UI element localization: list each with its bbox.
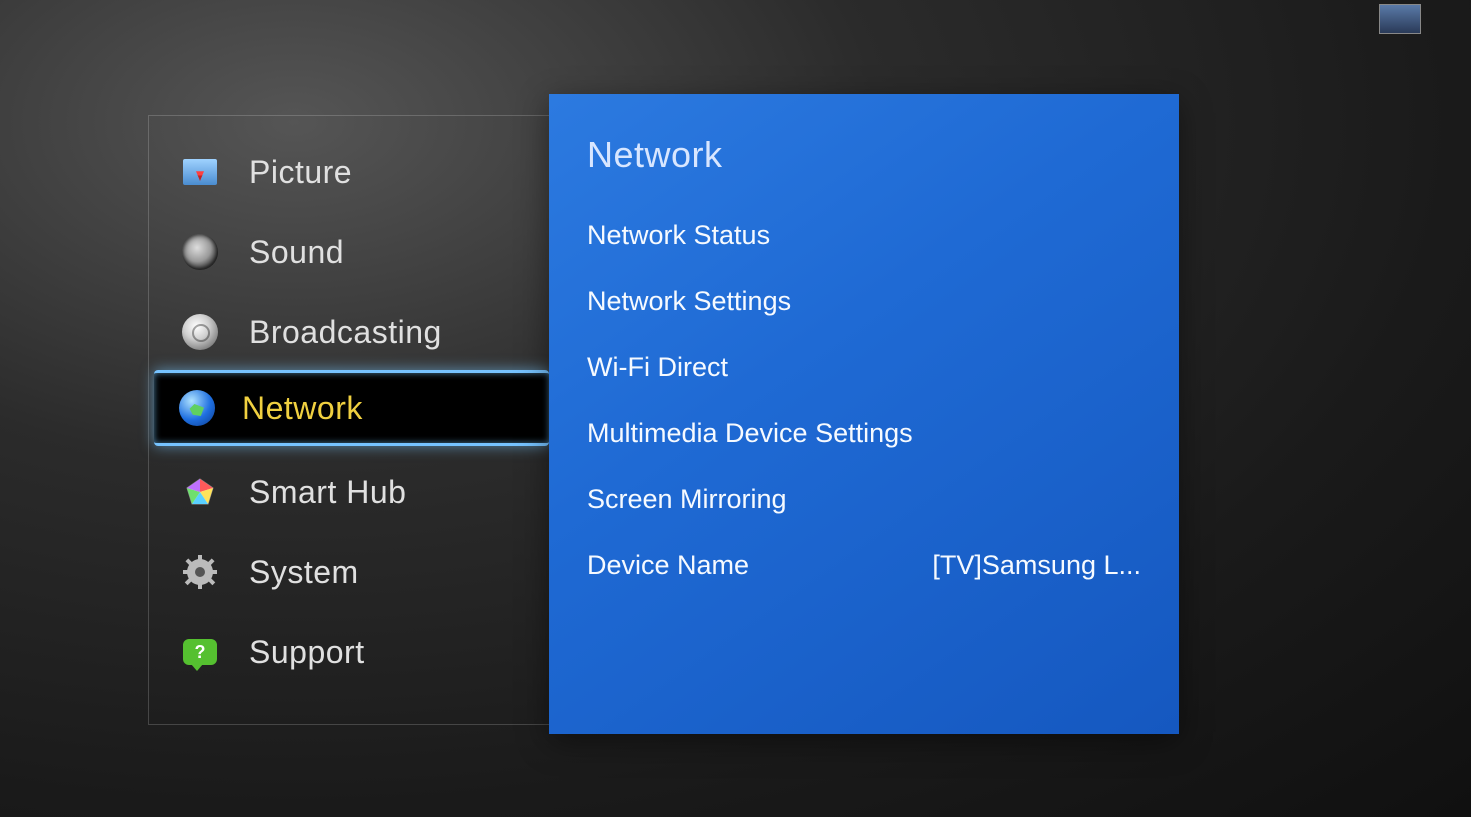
- sidebar-item-label: Broadcasting: [249, 314, 442, 351]
- panel-item-screen-mirroring[interactable]: Screen Mirroring: [549, 466, 1179, 532]
- sidebar-item-label: Smart Hub: [249, 474, 406, 511]
- panel-title: Network: [549, 94, 1179, 202]
- panel-item-value: [TV]Samsung L...: [932, 550, 1141, 581]
- sidebar-item-label: Support: [249, 634, 365, 671]
- source-thumbnail: [1379, 4, 1421, 34]
- sidebar-item-label: System: [249, 554, 359, 591]
- picture-icon: [179, 151, 221, 193]
- panel-item-label: Device Name: [587, 550, 749, 581]
- network-icon: [176, 387, 218, 429]
- sidebar-item-network[interactable]: Network: [154, 370, 549, 446]
- panel-item-label: Network Status: [587, 220, 770, 251]
- panel-item-wifi-direct[interactable]: Wi-Fi Direct: [549, 334, 1179, 400]
- sidebar-item-support[interactable]: Support: [149, 612, 539, 692]
- panel-item-label: Screen Mirroring: [587, 484, 787, 515]
- panel-item-label: Wi-Fi Direct: [587, 352, 728, 383]
- panel-item-network-status[interactable]: Network Status: [549, 202, 1179, 268]
- sound-icon: [179, 231, 221, 273]
- sidebar-item-label: Sound: [249, 234, 344, 271]
- panel-item-network-settings[interactable]: Network Settings: [549, 268, 1179, 334]
- support-icon: [179, 631, 221, 673]
- sidebar-item-system[interactable]: System: [149, 532, 539, 612]
- panel-item-device-name[interactable]: Device Name [TV]Samsung L...: [549, 532, 1179, 598]
- sidebar-item-sound[interactable]: Sound: [149, 212, 539, 292]
- broadcasting-icon: [179, 311, 221, 353]
- sidebar-item-picture[interactable]: Picture: [149, 132, 539, 212]
- panel-item-label: Network Settings: [587, 286, 791, 317]
- sidebar-item-label: Network: [242, 390, 363, 427]
- panel-item-label: Multimedia Device Settings: [587, 418, 913, 449]
- smarthub-icon: [179, 471, 221, 513]
- network-panel: Network Network Status Network Settings …: [549, 94, 1179, 734]
- sidebar-item-label: Picture: [249, 154, 352, 191]
- sidebar-item-smarthub[interactable]: Smart Hub: [149, 452, 539, 532]
- panel-item-multimedia-device-settings[interactable]: Multimedia Device Settings: [549, 400, 1179, 466]
- sidebar-item-broadcasting[interactable]: Broadcasting: [149, 292, 539, 372]
- system-icon: [179, 551, 221, 593]
